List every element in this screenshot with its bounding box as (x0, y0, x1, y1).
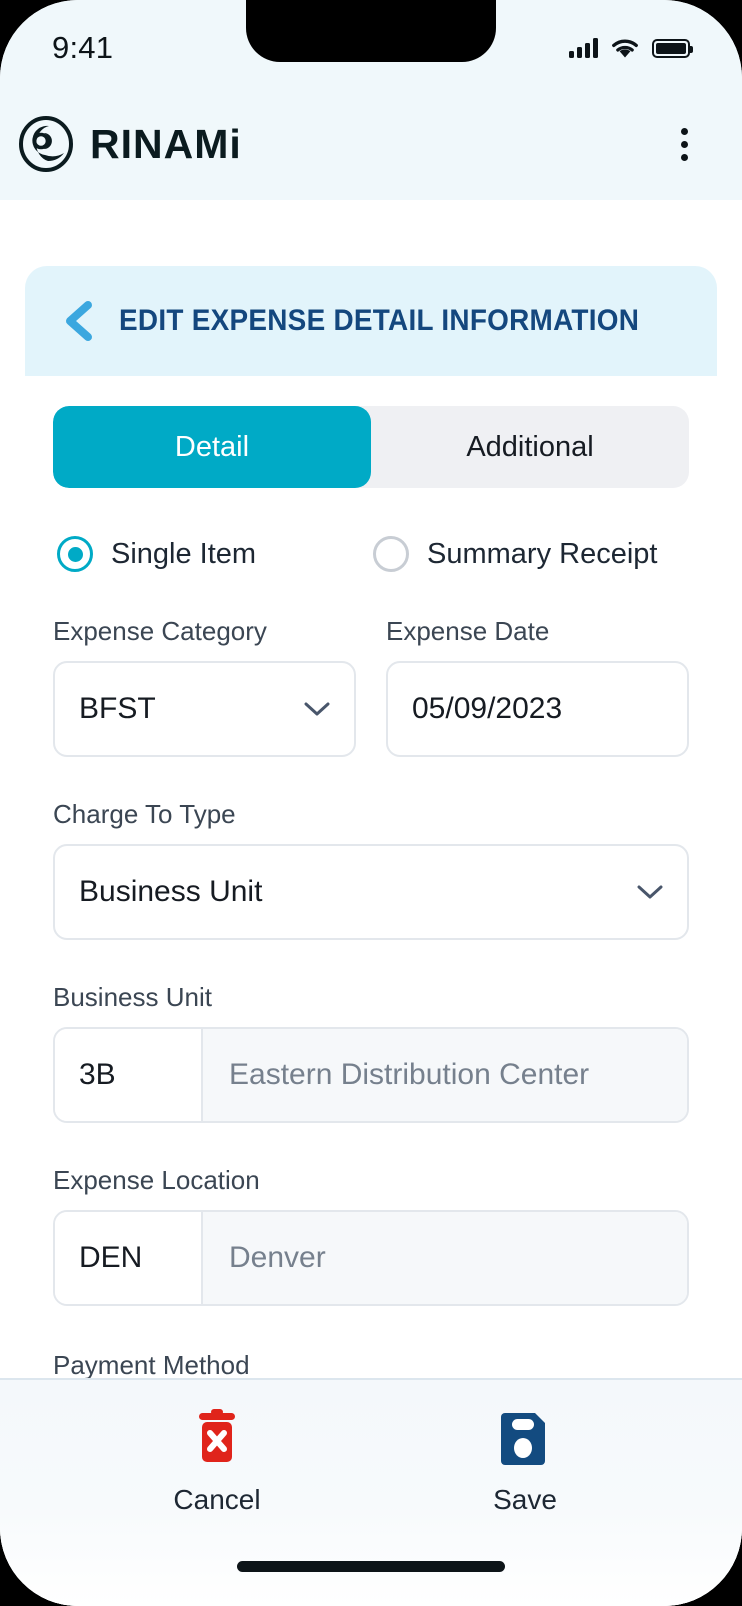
page-title: EDIT EXPENSE DETAIL INFORMATION (119, 304, 640, 337)
cellular-signal-icon (569, 38, 598, 58)
card-body: Detail Additional Single Item Summary Re… (25, 376, 717, 1381)
battery-icon (652, 38, 693, 58)
brand-name: RINAMi (90, 120, 242, 167)
chevron-down-icon (304, 702, 330, 716)
back-chevron-icon[interactable] (61, 299, 95, 343)
expense-date-input[interactable]: 05/09/2023 (386, 661, 689, 757)
wifi-icon (612, 38, 638, 57)
radio-single-item[interactable]: Single Item (57, 536, 373, 572)
status-bar: 9:41 (0, 0, 742, 88)
expense-category-label: Expense Category (53, 616, 267, 646)
expense-location-code[interactable]: DEN (55, 1212, 203, 1304)
phone-frame: 9:41 RINAMi EDIT EXPENSE DETAIL INFORMAT… (0, 0, 742, 1606)
app-bar: RINAMi (0, 88, 742, 200)
expense-category-value: BFST (79, 692, 156, 725)
receipt-type-group: Single Item Summary Receipt (53, 536, 689, 572)
expense-category-select[interactable]: BFST (53, 661, 356, 757)
expense-location-description: Denver (203, 1212, 687, 1304)
tab-bar: Detail Additional (53, 406, 689, 488)
charge-to-type-value: Business Unit (79, 875, 263, 908)
status-time: 9:41 (52, 30, 114, 65)
save-label: Save (493, 1484, 557, 1515)
charge-to-type-field: Charge To Type Business Unit (53, 799, 689, 940)
rinami-logo-icon (19, 116, 73, 172)
cancel-label: Cancel (173, 1484, 261, 1515)
floppy-save-icon (499, 1406, 551, 1468)
payment-method-label: Payment Method (53, 1350, 250, 1380)
cancel-button[interactable]: Cancel (122, 1406, 312, 1606)
expense-date-value: 05/09/2023 (412, 692, 563, 725)
trash-delete-icon (191, 1406, 243, 1468)
expense-location-input-group: DEN Denver (53, 1210, 689, 1306)
tab-additional[interactable]: Additional (371, 406, 689, 488)
kebab-menu-icon[interactable] (673, 120, 696, 169)
radio-selected-icon (57, 536, 93, 572)
radio-single-item-label: Single Item (111, 537, 257, 570)
expense-location-field: Expense Location DEN Denver (53, 1165, 689, 1306)
category-date-row: Expense Category BFST Expense Date 05/09… (53, 616, 689, 757)
business-unit-input-group: 3B Eastern Distribution Center (53, 1027, 689, 1123)
save-button[interactable]: Save (430, 1406, 620, 1606)
screen-body: EDIT EXPENSE DETAIL INFORMATION Detail A… (0, 200, 742, 1606)
expense-location-label: Expense Location (53, 1165, 260, 1195)
charge-to-type-label: Charge To Type (53, 799, 236, 829)
tab-detail[interactable]: Detail (53, 406, 371, 488)
chevron-down-icon (637, 885, 663, 899)
status-indicators (569, 38, 693, 59)
brand-logo[interactable]: RINAMi (18, 116, 242, 172)
card-header: EDIT EXPENSE DETAIL INFORMATION (25, 266, 717, 376)
device-notch (246, 0, 496, 62)
radio-unselected-icon (373, 536, 409, 572)
business-unit-field: Business Unit 3B Eastern Distribution Ce… (53, 982, 689, 1123)
expense-date-field: Expense Date 05/09/2023 (386, 616, 689, 757)
radio-summary-receipt[interactable]: Summary Receipt (373, 536, 657, 572)
business-unit-description: Eastern Distribution Center (203, 1029, 687, 1121)
business-unit-code[interactable]: 3B (55, 1029, 203, 1121)
home-indicator (237, 1561, 505, 1572)
expense-category-field: Expense Category BFST (53, 616, 356, 757)
charge-to-type-select[interactable]: Business Unit (53, 844, 689, 940)
business-unit-label: Business Unit (53, 982, 212, 1012)
radio-summary-receipt-label: Summary Receipt (427, 537, 658, 570)
expense-date-label: Expense Date (386, 616, 550, 646)
